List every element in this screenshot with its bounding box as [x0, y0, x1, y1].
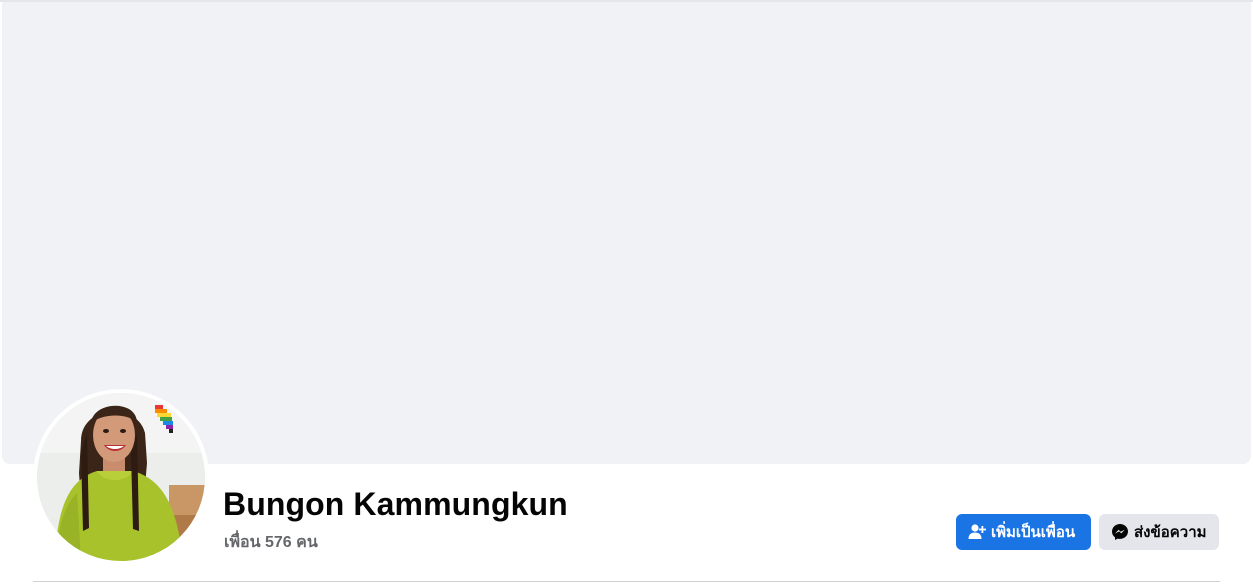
cover-photo[interactable] — [2, 2, 1251, 464]
profile-header: Bungon Kammungkun เพื่อน 576 คน เพิ่มเป็… — [0, 0, 1253, 584]
messenger-icon — [1111, 523, 1129, 541]
profile-name: Bungon Kammungkun — [223, 486, 568, 522]
profile-picture[interactable] — [33, 389, 209, 565]
add-friend-label: เพิ่มเป็นเพื่อน — [991, 524, 1076, 541]
add-friend-button[interactable]: เพิ่มเป็นเพื่อน — [956, 514, 1091, 550]
person-plus-icon — [968, 523, 986, 541]
friends-count[interactable]: เพื่อน 576 คน — [224, 530, 318, 555]
message-button[interactable]: ส่งข้อความ — [1099, 514, 1219, 550]
section-divider — [33, 581, 1220, 582]
message-label: ส่งข้อความ — [1134, 524, 1207, 541]
avatar-image — [37, 393, 205, 561]
avatar[interactable] — [37, 393, 205, 561]
